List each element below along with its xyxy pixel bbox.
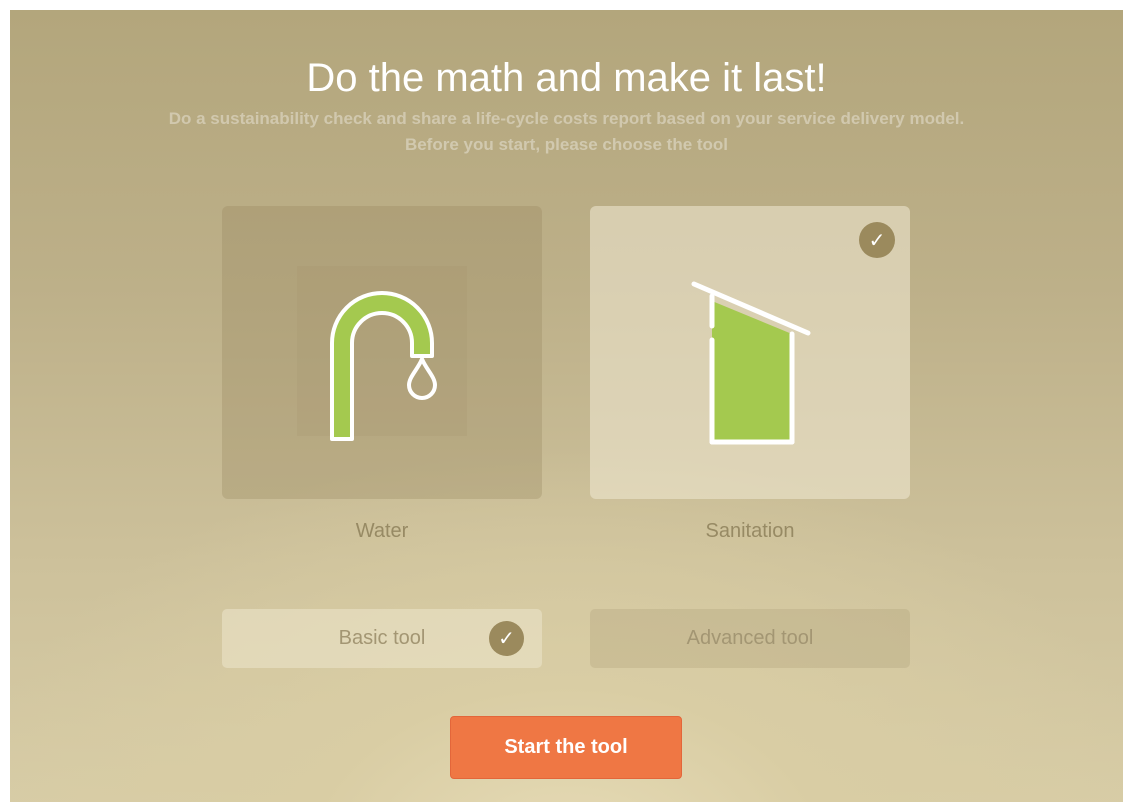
water-tap-icon — [297, 266, 467, 441]
sanitation-label: Sanitation — [705, 520, 795, 542]
water-label: Water — [355, 520, 409, 542]
sanitation-selected-check-icon: ✓ — [859, 222, 895, 258]
basic-tool-button[interactable]: Basic tool ✓ — [222, 609, 542, 668]
subtitle-line-2: Before you start, please choose the tool — [404, 135, 729, 154]
page-title: Do the math and make it last! — [306, 55, 827, 100]
basic-tool-label: Basic tool — [338, 627, 426, 649]
basic-tool-selected-check-icon: ✓ — [489, 621, 524, 656]
advanced-tool-label: Advanced tool — [686, 627, 814, 649]
app-frame: Do the math and make it last! Do a susta… — [10, 10, 1123, 802]
page-subtitle: Do a sustainability check and share a li… — [10, 106, 1123, 158]
water-card[interactable] — [222, 206, 542, 499]
start-tool-button[interactable]: Start the tool — [450, 716, 682, 779]
advanced-tool-button[interactable]: Advanced tool — [590, 609, 910, 668]
sanitation-card[interactable]: ✓ — [590, 206, 910, 499]
subtitle-line-1: Do a sustainability check and share a li… — [168, 109, 965, 128]
